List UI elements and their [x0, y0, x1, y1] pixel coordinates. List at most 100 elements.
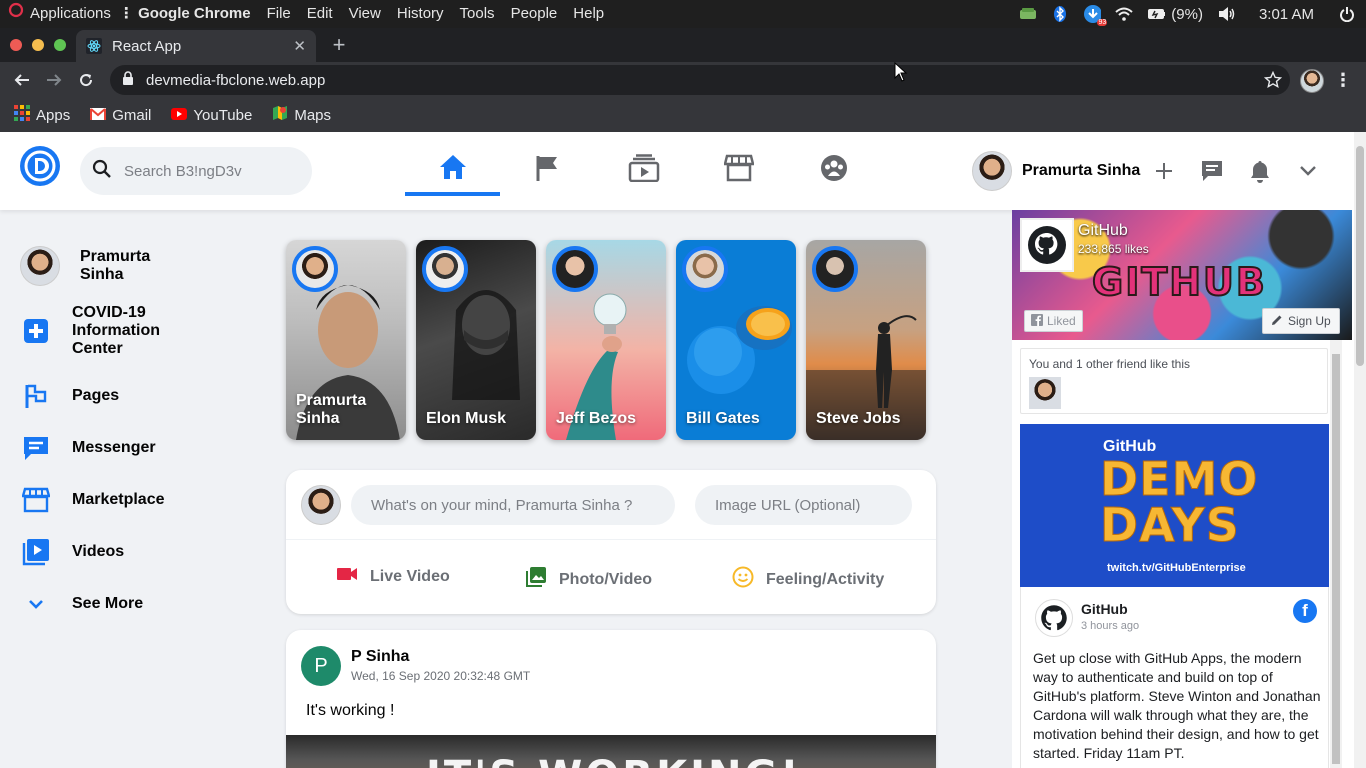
live-video-button[interactable]: Live Video	[336, 566, 450, 587]
sign-up-button[interactable]: Sign Up	[1262, 308, 1340, 334]
plus-icon	[20, 315, 52, 347]
nav-watch[interactable]	[596, 146, 691, 194]
volume-icon[interactable]	[1217, 5, 1235, 23]
widget-scroll-thumb[interactable]	[1332, 354, 1340, 764]
bookmark-star-icon[interactable]	[1263, 70, 1283, 93]
image-url-input[interactable]	[695, 485, 912, 525]
maps-icon	[272, 105, 288, 125]
page-scrollbar[interactable]	[1354, 132, 1366, 768]
url-text[interactable]: devmedia-fbclone.web.app	[146, 72, 325, 89]
search-icon[interactable]	[92, 159, 112, 184]
sidebar-item-covid[interactable]: COVID-19 Information Center	[20, 304, 182, 358]
sidebar-item-pages[interactable]: Pages	[20, 380, 119, 412]
post-author[interactable]: P Sinha	[351, 648, 409, 666]
sidebar-item-see-more[interactable]: See More	[20, 588, 143, 620]
os-menu-file[interactable]: File	[259, 0, 299, 28]
browser-profile-avatar[interactable]	[1300, 69, 1324, 93]
nav-marketplace[interactable]	[691, 146, 786, 194]
friend-avatar[interactable]	[1029, 377, 1061, 409]
widget-post-time[interactable]: 3 hours ago	[1081, 620, 1139, 632]
github-logo-icon[interactable]	[1020, 218, 1074, 272]
forward-icon[interactable]	[44, 70, 64, 90]
post-avatar[interactable]: P	[301, 646, 341, 686]
os-menu-people[interactable]: People	[503, 0, 566, 28]
nav-pages[interactable]	[500, 146, 595, 194]
reload-icon[interactable]	[76, 70, 96, 90]
browser-tab[interactable]: React App ✕	[76, 30, 316, 62]
post-image[interactable]: IT'S WORKING!	[286, 735, 936, 768]
github-avatar-icon[interactable]	[1035, 599, 1073, 637]
lock-icon[interactable]	[122, 71, 134, 89]
story-card[interactable]: Pramurta Sinha	[286, 240, 406, 440]
status-input[interactable]	[351, 485, 675, 525]
pencil-icon	[1271, 314, 1283, 329]
notifications-icon[interactable]	[1247, 158, 1273, 184]
bookmark-apps[interactable]: Apps	[14, 105, 70, 125]
widget-scrollbar[interactable]	[1330, 340, 1342, 768]
story-card[interactable]: Bill Gates	[676, 240, 796, 440]
sidebar-item-label: Messenger	[72, 439, 156, 456]
os-menu-history[interactable]: History	[389, 0, 452, 28]
add-icon[interactable]	[1151, 158, 1177, 184]
nav-home[interactable]	[405, 146, 500, 196]
story-card[interactable]: Elon Musk	[416, 240, 536, 440]
new-tab-button[interactable]: +	[328, 32, 350, 58]
updates-icon[interactable]: 93	[1083, 5, 1108, 26]
page-cover[interactable]: GitHub 233,865 likes GITHUB Liked Sign U…	[1012, 210, 1352, 340]
demo-days-banner[interactable]: GitHub DEMO DAYS twitch.tv/GitHubEnterpr…	[1020, 424, 1329, 587]
story-card[interactable]: Jeff Bezos	[546, 240, 666, 440]
site-logo-icon[interactable]	[20, 146, 60, 186]
nav-groups[interactable]	[786, 146, 881, 194]
facebook-icon[interactable]: f	[1293, 599, 1317, 623]
account-menu-chevron-down-icon[interactable]	[1295, 158, 1321, 184]
smiley-icon	[732, 566, 754, 593]
widget-post-author[interactable]: GitHub	[1081, 601, 1128, 617]
tab-close-icon[interactable]: ✕	[293, 37, 306, 55]
header-profile[interactable]: Pramurta Sinha	[972, 151, 1140, 191]
tray-app-icon[interactable]	[1019, 5, 1037, 23]
flag-icon	[20, 380, 52, 412]
story-avatar	[292, 246, 338, 292]
header-user-name: Pramurta Sinha	[1022, 162, 1141, 179]
sidebar-item-messenger[interactable]: Messenger	[20, 432, 156, 464]
wifi-icon[interactable]	[1115, 5, 1133, 23]
sidebar-item-videos[interactable]: Videos	[20, 536, 124, 568]
window-maximize-button[interactable]	[54, 39, 66, 51]
search-box[interactable]	[80, 147, 312, 195]
bookmark-maps[interactable]: Maps	[272, 105, 331, 125]
feed-post: P P Sinha Wed, 16 Sep 2020 20:32:48 GMT …	[286, 630, 936, 768]
photo-video-button[interactable]: Photo/Video	[525, 566, 652, 593]
battery-icon[interactable]	[1147, 5, 1166, 23]
back-icon[interactable]	[12, 70, 32, 90]
sidebar-item-marketplace[interactable]: Marketplace	[20, 484, 165, 516]
page-scroll-thumb[interactable]	[1356, 146, 1364, 366]
power-icon[interactable]	[1338, 5, 1356, 23]
search-input[interactable]	[124, 162, 294, 180]
sidebar-item-profile[interactable]: Pramurta Sinha	[20, 246, 170, 286]
os-menu-help[interactable]: Help	[565, 0, 612, 28]
os-logo-icon[interactable]	[0, 0, 28, 28]
sidebar-item-label: Videos	[72, 543, 125, 560]
story-card[interactable]: Steve Jobs	[806, 240, 926, 440]
watch-icon	[628, 153, 660, 187]
os-menu-applications[interactable]: Applications	[28, 0, 119, 28]
widget-page-name[interactable]: GitHub	[1078, 222, 1128, 240]
banner-title-line-2: DAYS	[1100, 498, 1240, 552]
story-name: Jeff Bezos	[556, 410, 637, 427]
window-minimize-button[interactable]	[32, 39, 44, 51]
os-menu-edit[interactable]: Edit	[299, 0, 341, 28]
story-name: Bill Gates	[686, 410, 760, 427]
liked-button[interactable]: Liked	[1024, 310, 1083, 332]
messenger-icon[interactable]	[1199, 158, 1225, 184]
clock[interactable]: 3:01 AM	[1259, 6, 1314, 23]
feeling-activity-button[interactable]: Feeling/Activity	[732, 566, 884, 593]
os-menu-app-name[interactable]: ⋮ Google Chrome	[119, 0, 259, 28]
os-menu-view[interactable]: View	[341, 0, 389, 28]
bluetooth-icon[interactable]	[1051, 5, 1069, 23]
bookmark-youtube[interactable]: YouTube	[171, 107, 252, 124]
window-close-button[interactable]	[10, 39, 22, 51]
address-bar[interactable]: devmedia-fbclone.web.app	[110, 65, 1290, 95]
browser-menu-icon[interactable]: ⋮	[1334, 70, 1352, 91]
os-menu-tools[interactable]: Tools	[452, 0, 503, 28]
bookmark-gmail[interactable]: Gmail	[90, 107, 151, 124]
